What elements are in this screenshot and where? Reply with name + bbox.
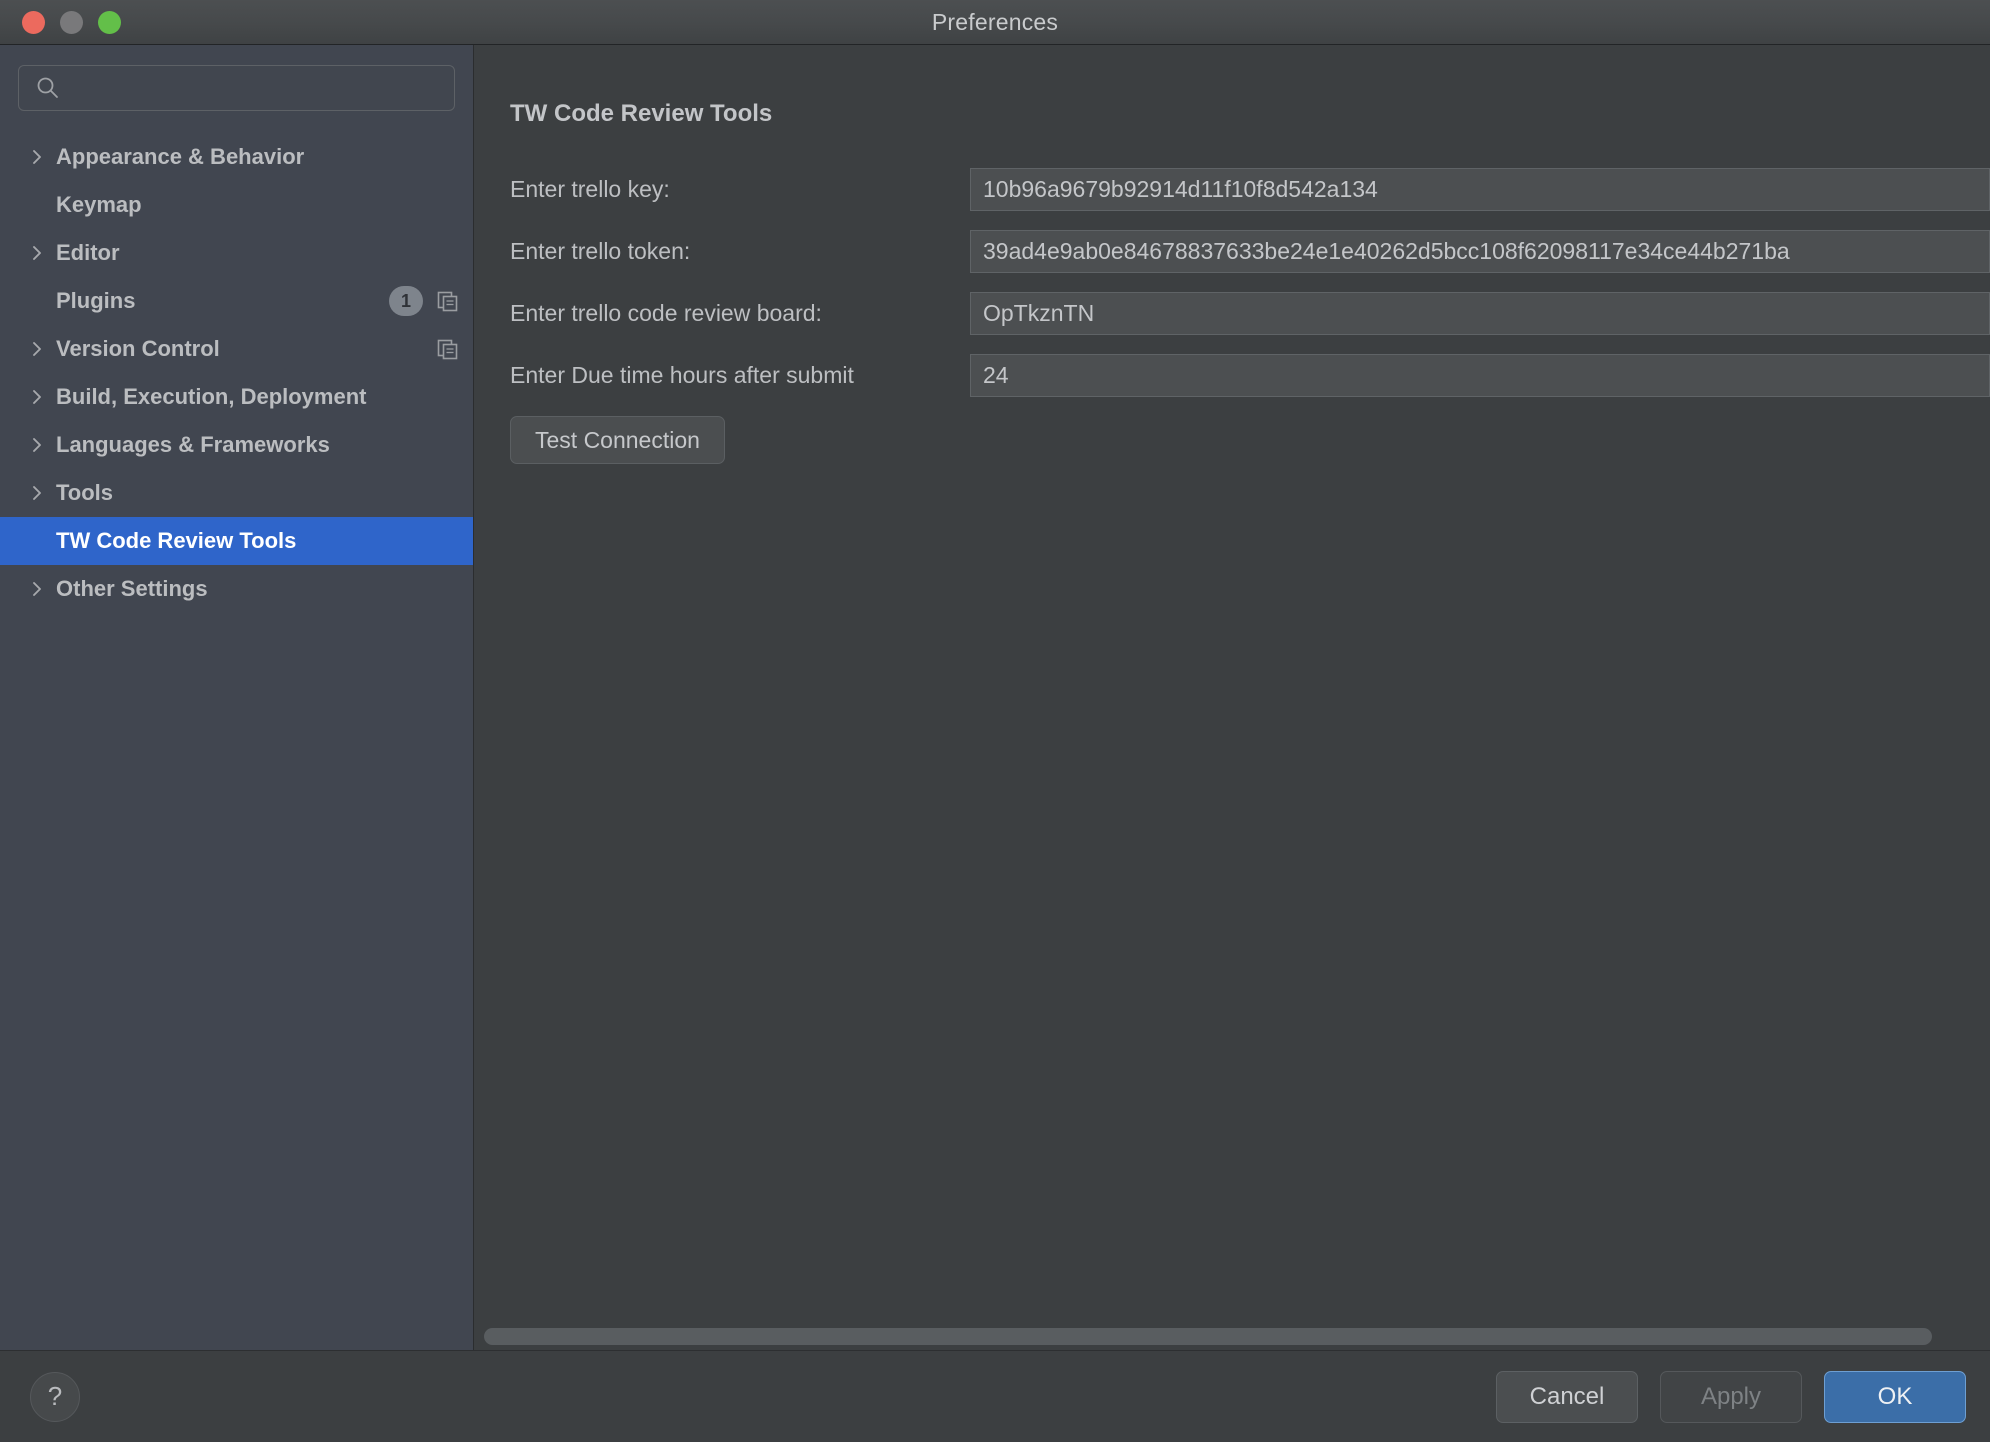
form-row: Enter trello token:	[510, 230, 1990, 273]
field-label: Enter trello token:	[510, 238, 691, 264]
preferences-window: Preferences Appearance & Behavior Keymap E…	[0, 0, 1990, 1442]
minimize-button[interactable]	[60, 11, 83, 34]
sidebar-item-label: Appearance & Behavior	[56, 144, 305, 169]
settings-form: Enter trello key: Enter trello token: Ente…	[510, 168, 1990, 397]
zoom-button[interactable]	[98, 11, 121, 34]
copy-settings-icon[interactable]	[436, 290, 459, 313]
sidebar-item-indicators	[436, 338, 459, 361]
window-title: Preferences	[931, 8, 1059, 35]
tw-code-review-tools-page: TW Code Review Tools Enter trello key:En…	[474, 45, 1990, 1324]
help-button[interactable]: ?	[30, 1371, 80, 1422]
form-row: Enter trello code review board:	[510, 292, 1990, 335]
chevron-right-icon[interactable]	[26, 242, 48, 264]
sidebar-item-version-control[interactable]: Version Control	[0, 325, 473, 373]
sidebar-item-label: TW Code Review Tools	[56, 528, 297, 553]
sidebar-item-tw-code-review-tools[interactable]: TW Code Review Tools	[0, 517, 473, 565]
sidebar-item-other-settings[interactable]: Other Settings	[0, 565, 473, 613]
ok-button[interactable]: OK	[1824, 1370, 1966, 1423]
title-bar: Preferences	[0, 0, 1990, 45]
dialog-footer: ? Cancel Apply OK	[0, 1350, 1990, 1442]
dialog-actions: Cancel Apply OK	[1496, 1370, 1966, 1423]
sidebar-item-indicators: 1	[389, 286, 459, 316]
sidebar-item-label: Plugins	[56, 288, 136, 313]
sidebar-item-keymap[interactable]: Keymap	[0, 181, 473, 229]
chevron-right-icon[interactable]	[26, 482, 48, 504]
sidebar-item-label: Editor	[56, 240, 120, 265]
field-label: Enter trello code review board:	[510, 300, 822, 326]
settings-content-panel: TW Code Review Tools Enter trello key:En…	[474, 45, 1990, 1350]
sidebar-item-build-execution-deployment[interactable]: Build, Execution, Deployment	[0, 373, 473, 421]
sidebar-item-label: Languages & Frameworks	[56, 432, 330, 457]
chevron-right-icon[interactable]	[26, 434, 48, 456]
chevron-right-icon[interactable]	[26, 578, 48, 600]
enter-trello-key-input[interactable]	[970, 168, 1990, 211]
sidebar-item-label: Version Control	[56, 336, 220, 361]
apply-button[interactable]: Apply	[1660, 1370, 1802, 1423]
settings-tree: Appearance & Behavior Keymap Editor Plugins…	[0, 133, 473, 1350]
sidebar-item-label: Build, Execution, Deployment	[56, 384, 367, 409]
field-label: Enter Due time hours after submit	[510, 362, 854, 388]
settings-sidebar: Appearance & Behavior Keymap Editor Plugins…	[0, 45, 474, 1350]
horizontal-scrollbar[interactable]	[474, 1324, 1990, 1350]
search-icon	[35, 75, 61, 101]
enter-trello-code-review-board-input[interactable]	[970, 292, 1990, 335]
search-input[interactable]	[61, 76, 442, 100]
page-title: TW Code Review Tools	[510, 100, 773, 127]
sidebar-item-appearance-behavior[interactable]: Appearance & Behavior	[0, 133, 473, 181]
form-row: Enter Due time hours after submit	[510, 354, 1990, 397]
sidebar-item-languages-frameworks[interactable]: Languages & Frameworks	[0, 421, 473, 469]
chevron-right-icon[interactable]	[26, 146, 48, 168]
sidebar-item-editor[interactable]: Editor	[0, 229, 473, 277]
test-connection-button[interactable]: Test Connection	[510, 416, 725, 464]
sidebar-item-plugins[interactable]: Plugins 1	[0, 277, 473, 325]
sidebar-item-tools[interactable]: Tools	[0, 469, 473, 517]
enter-due-time-hours-after-submit-input[interactable]	[970, 354, 1990, 397]
window-body: Appearance & Behavior Keymap Editor Plugins…	[0, 45, 1990, 1350]
test-connection-row: Test Connection	[510, 416, 1990, 464]
search-field[interactable]	[18, 65, 455, 111]
copy-settings-icon[interactable]	[436, 338, 459, 361]
close-button[interactable]	[22, 11, 45, 34]
plugin-update-badge: 1	[389, 286, 423, 316]
sidebar-item-label: Tools	[56, 480, 114, 505]
form-row: Enter trello key:	[510, 168, 1990, 211]
enter-trello-token-input[interactable]	[970, 230, 1990, 273]
field-label: Enter trello key:	[510, 176, 670, 202]
chevron-right-icon[interactable]	[26, 386, 48, 408]
chevron-right-icon[interactable]	[26, 338, 48, 360]
cancel-button[interactable]: Cancel	[1496, 1370, 1638, 1423]
horizontal-scrollbar-thumb[interactable]	[484, 1328, 1932, 1345]
traffic-light-group	[22, 0, 121, 45]
sidebar-item-label: Other Settings	[56, 576, 208, 601]
sidebar-item-label: Keymap	[56, 192, 142, 217]
